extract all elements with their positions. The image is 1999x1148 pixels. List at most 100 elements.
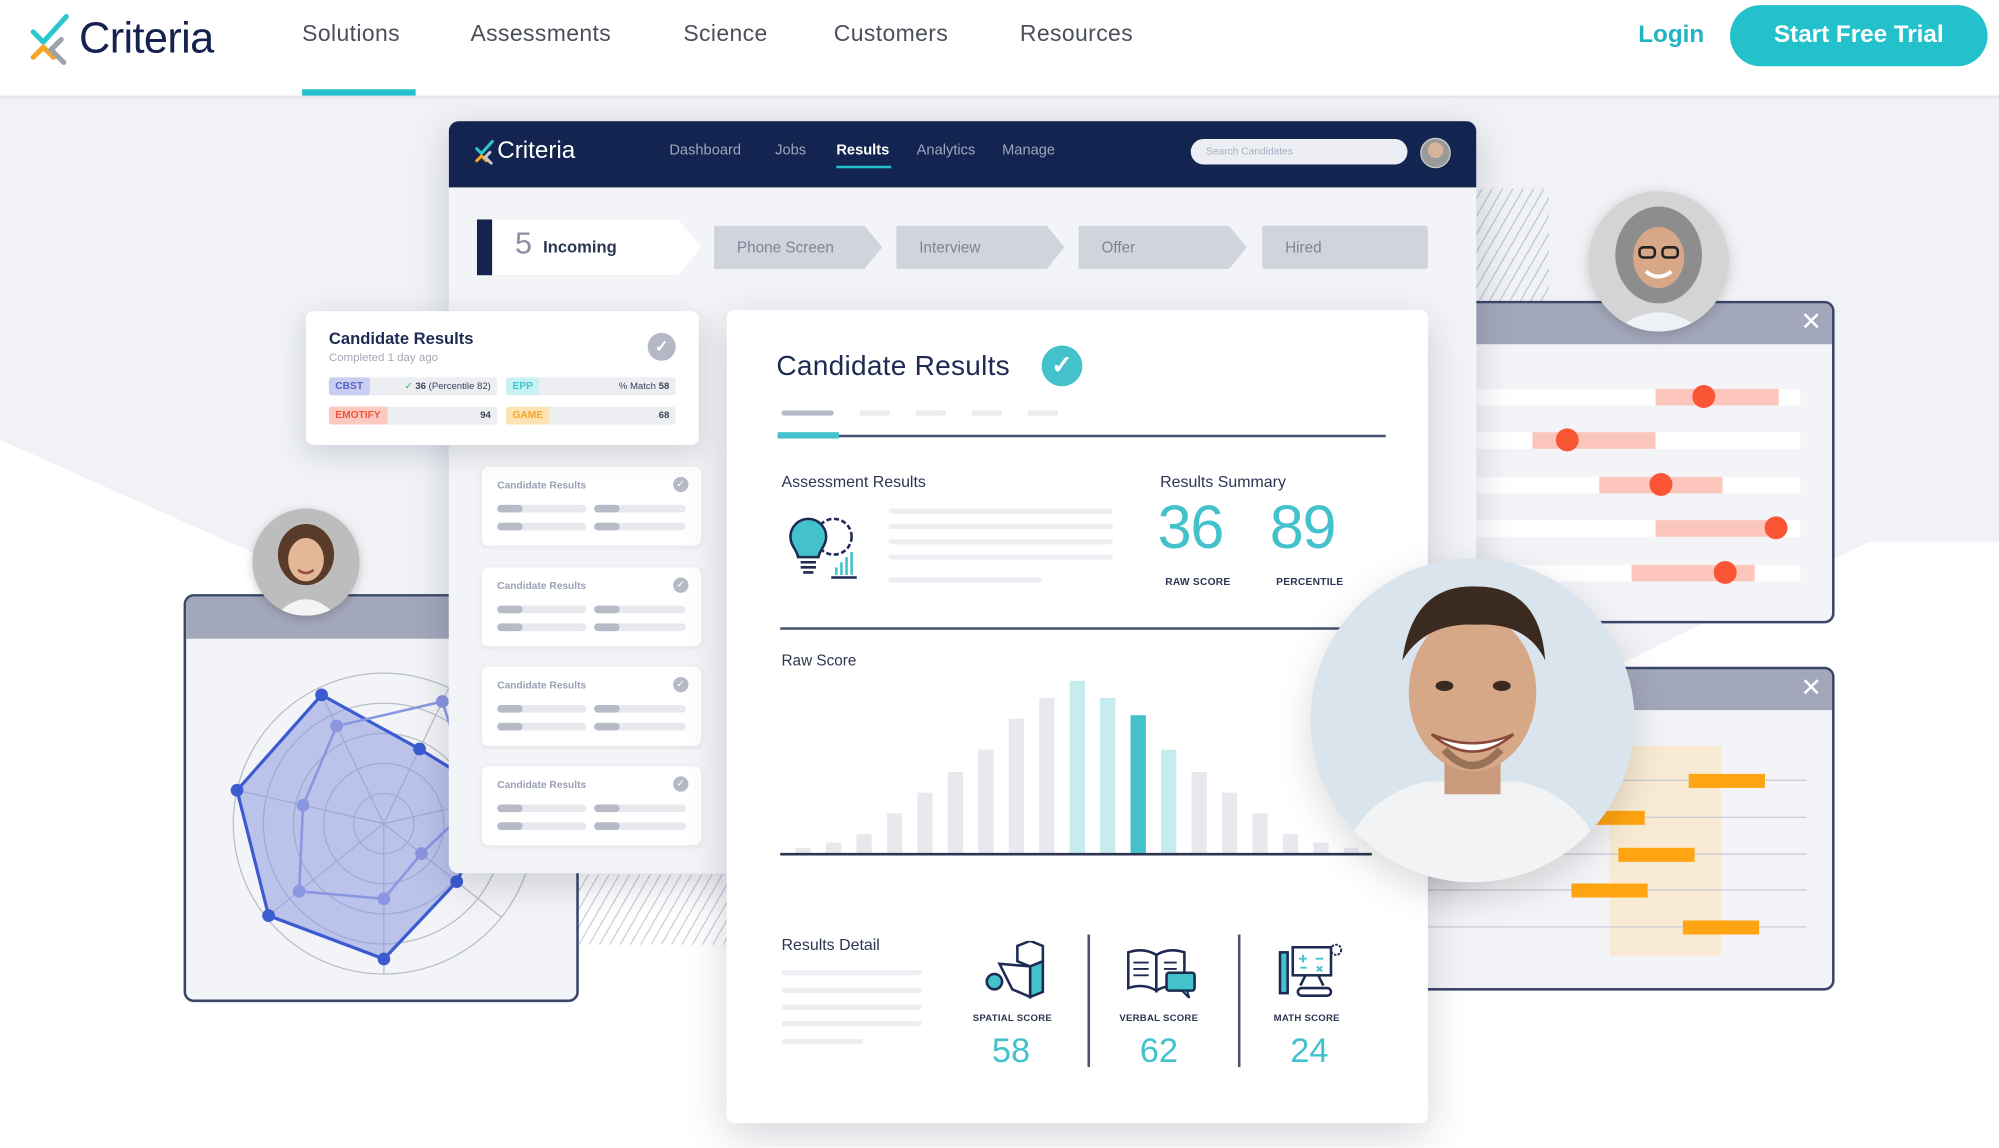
histogram-bar xyxy=(1313,842,1329,853)
tab-2[interactable] xyxy=(859,410,890,416)
range-point xyxy=(1713,560,1737,584)
gantt-bar xyxy=(1688,773,1765,788)
nav-assessments[interactable]: Assessments xyxy=(470,20,611,47)
radar-point xyxy=(230,783,244,797)
check-icon: ✓ xyxy=(673,577,689,593)
app-brand-name: Criteria xyxy=(497,137,576,165)
tag-emotify: EMOTIFY 94 xyxy=(328,406,498,425)
incoming-count: 5 xyxy=(515,226,533,262)
card-title: Candidate Results xyxy=(497,580,587,592)
results-title: Candidate Results xyxy=(776,349,1010,382)
histogram-bar xyxy=(1161,749,1177,853)
tag-cbst: CBST ✓ 36 (Percentile 82) xyxy=(328,377,498,396)
card-title: Candidate Results xyxy=(497,778,587,791)
active-nav-indicator xyxy=(302,89,416,96)
histogram-bar xyxy=(947,772,964,853)
math-score-value: 24 xyxy=(1290,1031,1329,1070)
percentile-value: 89 xyxy=(1269,494,1337,563)
check-icon: ✓ xyxy=(673,676,689,693)
tab-track xyxy=(777,434,1386,438)
check-icon: ✓ xyxy=(404,379,416,392)
tag-name: EMOTIFY xyxy=(328,406,388,425)
radar-point xyxy=(415,847,428,860)
tab-active-indicator xyxy=(777,432,839,439)
pipeline-step-offer[interactable]: Offer xyxy=(1079,226,1247,269)
candidate-result-card[interactable]: Candidate Results ✓ xyxy=(481,466,702,546)
radar-point xyxy=(435,695,449,708)
app-nav-jobs[interactable]: Jobs xyxy=(775,143,806,158)
math-score-caption: MATH SCORE xyxy=(1273,1012,1340,1024)
tab-4[interactable] xyxy=(971,410,1003,416)
card-title: Candidate Results xyxy=(328,328,474,349)
raw-score-caption: RAW SCORE xyxy=(1165,576,1231,588)
app-nav-analytics[interactable]: Analytics xyxy=(917,143,976,158)
histogram-bar xyxy=(917,792,933,853)
radar-point xyxy=(413,742,426,756)
check-icon: ✓ xyxy=(647,332,676,361)
range-point xyxy=(1692,385,1716,408)
math-board-icon xyxy=(1278,943,1343,997)
start-free-trial-button[interactable]: Start Free Trial xyxy=(1730,5,1988,67)
histogram-bar xyxy=(1100,698,1116,853)
nav-resources[interactable]: Resources xyxy=(1020,20,1133,47)
nav-solutions[interactable]: Solutions xyxy=(302,20,400,47)
results-detail-label: Results Detail xyxy=(781,935,880,954)
candidate-result-card[interactable]: Candidate Results ✓ xyxy=(481,766,702,846)
histogram-bar xyxy=(1191,772,1207,853)
candidate-avatar-woman xyxy=(252,508,360,616)
check-icon: ✓ xyxy=(673,476,689,493)
tag-value: 68 xyxy=(658,409,670,421)
histogram-bar xyxy=(856,833,872,853)
book-chat-icon xyxy=(1127,949,1196,999)
app-nav-dashboard[interactable]: Dashboard xyxy=(669,143,741,158)
histogram-bar xyxy=(1282,833,1299,853)
range-point xyxy=(1649,472,1673,496)
section-divider xyxy=(780,627,1354,630)
tag-value: ✓ 36 (Percentile 82) xyxy=(404,379,491,392)
histogram-bar xyxy=(1252,813,1268,853)
pipeline-step-incoming[interactable]: 5 Incoming xyxy=(477,219,701,275)
candidate-result-card[interactable]: Candidate Results ✓ xyxy=(481,666,702,746)
app-nav-results[interactable]: Results xyxy=(836,143,889,158)
featured-candidate-photo xyxy=(1310,558,1635,883)
gantt-bar xyxy=(1682,920,1760,935)
tab-1[interactable] xyxy=(781,410,834,416)
nav-divider xyxy=(0,95,1999,99)
tab-5[interactable] xyxy=(1027,410,1059,416)
histogram-bar xyxy=(1039,698,1055,853)
raw-score-value: 36 xyxy=(1157,494,1225,563)
candidate-summary-card[interactable]: Candidate Results Completed 1 day ago ✓ … xyxy=(305,311,699,445)
tag-name: CBST xyxy=(328,377,370,396)
tab-3[interactable] xyxy=(915,410,946,416)
percentile-caption: PERCENTILE xyxy=(1276,576,1344,588)
login-link[interactable]: Login xyxy=(1638,22,1704,50)
card-subtitle: Completed 1 day ago xyxy=(328,350,439,364)
app-nav-manage[interactable]: Manage xyxy=(1002,143,1055,158)
verbal-score-value: 62 xyxy=(1139,1031,1179,1070)
histogram-bar xyxy=(825,842,842,853)
pipeline-step-hired[interactable]: Hired xyxy=(1262,225,1428,270)
range-band xyxy=(1655,520,1779,537)
card-title: Candidate Results xyxy=(497,679,587,691)
nav-science[interactable]: Science xyxy=(683,20,767,47)
person-photo-icon xyxy=(252,508,360,616)
nav-customers[interactable]: Customers xyxy=(834,20,948,47)
radar-point xyxy=(377,892,391,906)
app-header: Criteria Dashboard Jobs Results Analytic… xyxy=(448,121,1477,188)
raw-score-histogram xyxy=(780,680,1372,856)
score-divider xyxy=(1237,934,1241,1068)
tag-value: 94 xyxy=(480,409,491,421)
histogram-bar xyxy=(1130,715,1146,853)
user-avatar[interactable] xyxy=(1420,137,1451,169)
incoming-label: Incoming xyxy=(543,237,617,257)
radar-point xyxy=(262,909,275,923)
brand-logo[interactable]: Criteria xyxy=(28,10,214,66)
pipeline-step-interview[interactable]: Interview xyxy=(896,226,1064,269)
card-title: Candidate Results xyxy=(497,479,587,491)
criteria-logo-icon xyxy=(30,14,69,66)
search-candidates-input[interactable]: Search Candidates xyxy=(1190,138,1408,165)
candidate-result-card[interactable]: Candidate Results ✓ xyxy=(481,567,702,647)
app-logo[interactable]: Criteria xyxy=(474,138,575,166)
pipeline-step-phone-screen[interactable]: Phone Screen xyxy=(714,226,882,269)
histogram-bar xyxy=(978,749,994,853)
